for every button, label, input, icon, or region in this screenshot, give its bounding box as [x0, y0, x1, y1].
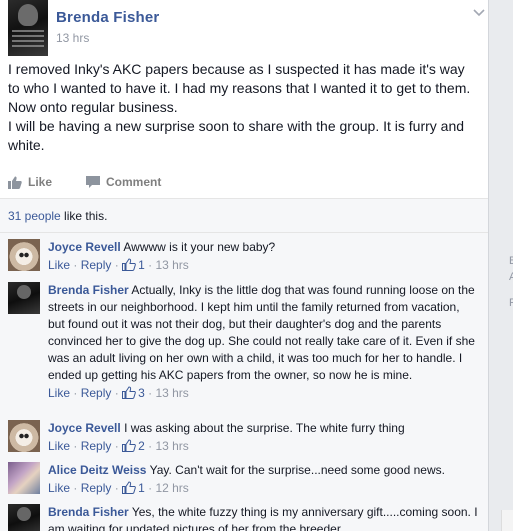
like-label: Like	[28, 175, 53, 189]
post-text: I removed Inky's AKC papers because as I…	[8, 60, 478, 155]
separator-dot: ·	[148, 258, 153, 272]
comment-reply-link[interactable]: Reply	[81, 481, 112, 495]
post-actions: Like Comment	[8, 173, 480, 193]
comment-text: Actually, Inky is the little dog that wa…	[48, 283, 475, 382]
profile-avatar[interactable]	[8, 282, 40, 314]
commenter-name[interactable]: Joyce Revell	[48, 240, 121, 254]
comment-text: I was asking about the surprise. The whi…	[124, 421, 405, 435]
comment-time[interactable]: 13 hrs	[155, 258, 188, 272]
thumbs-up-icon	[122, 386, 136, 399]
dog-avatar[interactable]	[8, 239, 40, 271]
thumbs-up-icon	[122, 439, 136, 452]
author-avatar[interactable]	[8, 0, 48, 56]
comment-meta: Like · Reply · 1 · 12 hrs	[48, 480, 478, 497]
comment-like-count[interactable]: 2	[138, 439, 145, 453]
thumbs-up-icon	[122, 258, 136, 271]
likes-suffix: like this.	[60, 209, 108, 223]
post-card: Brenda Fisher 13 hrs I removed Inky's AK…	[0, 0, 489, 531]
avatar-text-pattern	[12, 30, 44, 50]
post-timestamp[interactable]: 13 hrs	[56, 31, 89, 45]
sidebar-fragment: B	[509, 255, 513, 267]
comment-text: Yay. Can't wait for the surprise...need …	[149, 463, 445, 477]
separator-dot: ·	[73, 481, 78, 495]
separator-dot: ·	[148, 386, 153, 400]
comment-time[interactable]: 13 hrs	[155, 386, 188, 400]
comment-label: Comment	[106, 175, 162, 189]
profile-avatar[interactable]	[8, 504, 40, 531]
dog-avatar[interactable]	[8, 420, 40, 452]
comment-time[interactable]: 12 hrs	[155, 481, 188, 495]
comment-like-link[interactable]: Like	[48, 258, 70, 272]
family-avatar[interactable]	[8, 462, 40, 494]
comment-like-link[interactable]: Like	[48, 439, 70, 453]
commenter-name[interactable]: Brenda Fisher	[48, 283, 129, 297]
comment-icon	[86, 176, 100, 188]
commenter-name[interactable]: Brenda Fisher	[48, 505, 129, 519]
like-button[interactable]: Like	[8, 175, 52, 189]
separator-dot: ·	[148, 439, 153, 453]
comment-body: Brenda Fisher Yes, the white fuzzy thing…	[48, 504, 478, 531]
silhouette-icon	[18, 4, 38, 26]
comment-like-link[interactable]: Like	[48, 386, 70, 400]
comment-reply-link[interactable]: Reply	[81, 386, 112, 400]
sidebar-fragment: A	[509, 271, 513, 283]
comment-reply-link[interactable]: Reply	[81, 439, 112, 453]
commenter-name[interactable]: Alice Deitz Weiss	[48, 463, 146, 477]
commenter-name[interactable]: Joyce Revell	[48, 421, 121, 435]
post-author-name[interactable]: Brenda Fisher	[56, 9, 159, 26]
comment-like-count[interactable]: 1	[138, 481, 145, 495]
comment-body: Brenda Fisher Actually, Inky is the litt…	[48, 282, 478, 402]
post-header: Brenda Fisher 13 hrs	[8, 0, 485, 56]
separator-dot: ·	[114, 386, 119, 400]
likes-count-link[interactable]: 31 people	[8, 209, 61, 223]
comment-like-link[interactable]: Like	[48, 481, 70, 495]
comment-list: Joyce Revell Awwww is it your new baby? …	[0, 233, 488, 531]
comment-time[interactable]: 13 hrs	[155, 439, 188, 453]
thumbs-up-icon	[122, 481, 136, 494]
comment-meta: Like · Reply · 2 · 13 hrs	[48, 438, 478, 455]
comment-like-count[interactable]: 1	[138, 258, 145, 272]
separator-dot: ·	[114, 481, 119, 495]
comment-body: Joyce Revell I was asking about the surp…	[48, 420, 478, 455]
separator-dot: ·	[114, 439, 119, 453]
comment-meta: Like · Reply · 1 · 13 hrs	[48, 257, 478, 274]
separator-dot: ·	[73, 386, 78, 400]
comment-reply-link[interactable]: Reply	[81, 258, 112, 272]
separator-dot: ·	[73, 258, 78, 272]
separator-dot: ·	[73, 439, 78, 453]
sidebar-fragment: P	[509, 297, 513, 309]
separator-dot: ·	[114, 258, 119, 272]
thumbs-up-icon	[8, 176, 22, 189]
chevron-down-icon[interactable]	[471, 6, 487, 20]
comment-body: Joyce Revell Awwww is it your new baby? …	[48, 239, 478, 274]
post-paragraph: I will be having a new surprise soon to …	[8, 118, 465, 153]
comment-button[interactable]: Comment	[86, 175, 161, 189]
comment-text: Awwww is it your new baby?	[123, 240, 276, 254]
comment-body: Alice Deitz Weiss Yay. Can't wait for th…	[48, 462, 478, 497]
comment-meta: Like · Reply · 3 · 13 hrs	[48, 385, 478, 402]
comment-like-count[interactable]: 3	[138, 386, 145, 400]
likes-summary: 31 people like this.	[0, 199, 488, 233]
separator-dot: ·	[148, 481, 153, 495]
right-sidebar: B A P	[489, 0, 513, 531]
likes-text: 31 people like this.	[8, 209, 107, 223]
scrollbar[interactable]	[501, 510, 513, 531]
post-paragraph: I removed Inky's AKC papers because as I…	[8, 61, 471, 115]
